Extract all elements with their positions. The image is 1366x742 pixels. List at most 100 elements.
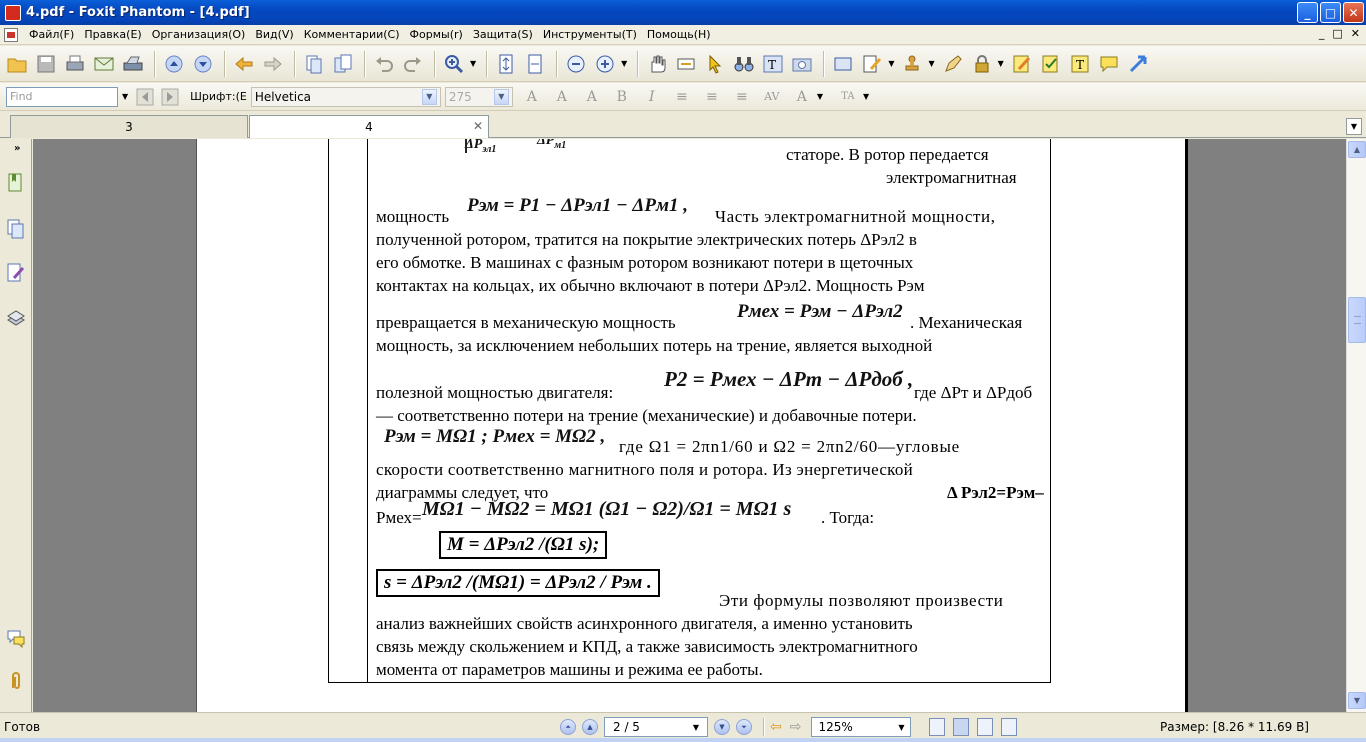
stamp-icon[interactable] xyxy=(899,51,925,77)
snapshot-icon[interactable] xyxy=(789,51,815,77)
font-fill-icon[interactable]: A xyxy=(581,86,603,108)
doc-close-button[interactable]: ✕ xyxy=(1351,27,1360,40)
text-style-icon[interactable]: A xyxy=(791,86,813,108)
previous-page-icon[interactable] xyxy=(161,51,187,77)
history-forward-icon[interactable]: ⇨ xyxy=(790,719,802,735)
zoom-tool-dropdown[interactable]: ▼ xyxy=(470,59,476,68)
edit-document-icon[interactable] xyxy=(859,51,885,77)
menu-file[interactable]: Файл(F) xyxy=(24,28,79,41)
undo-icon[interactable] xyxy=(371,51,397,77)
menu-forms[interactable]: Формы(r) xyxy=(405,28,468,41)
menu-tools[interactable]: Инструменты(T) xyxy=(538,28,642,41)
print-icon[interactable] xyxy=(62,51,88,77)
open-folder-icon[interactable] xyxy=(4,51,30,77)
close-icon[interactable]: ✕ xyxy=(473,119,483,133)
doc-restore-button[interactable]: □ xyxy=(1332,27,1342,40)
vertical-scrollbar[interactable]: ▲ ▼ xyxy=(1346,139,1366,712)
single-page-view-icon[interactable] xyxy=(929,718,946,736)
highlight-icon[interactable] xyxy=(1009,51,1035,77)
fit-width-icon[interactable] xyxy=(522,51,548,77)
extract-page-icon[interactable] xyxy=(330,51,356,77)
menu-protect[interactable]: Защита(S) xyxy=(468,28,538,41)
tab-4[interactable]: 4 ✕ xyxy=(249,115,489,138)
find-input[interactable]: Find xyxy=(6,86,118,107)
line-spacing-icon[interactable]: TA xyxy=(837,86,859,108)
page-number-input[interactable]: 2 / 5 ▼ xyxy=(604,717,708,737)
scroll-up-icon[interactable]: ▲ xyxy=(1348,141,1366,158)
sign-pen-icon[interactable] xyxy=(940,51,966,77)
char-spacing-icon[interactable]: AV xyxy=(761,86,783,108)
zoom-select[interactable]: 125% ▼ xyxy=(811,717,912,737)
chevron-down-icon[interactable]: ▼ xyxy=(421,88,437,105)
layers-icon[interactable] xyxy=(6,305,26,329)
menu-comments[interactable]: Комментарии(C) xyxy=(299,28,405,41)
select-arrow-icon[interactable] xyxy=(702,51,728,77)
align-right-icon[interactable]: ≡ xyxy=(731,86,753,108)
typewriter-icon[interactable]: T xyxy=(760,51,786,77)
chevron-down-icon[interactable]: ▼ xyxy=(693,723,699,732)
last-page-icon[interactable]: ⏷ xyxy=(736,719,752,735)
menu-edit[interactable]: Правка(E) xyxy=(79,28,146,41)
text-style-dropdown[interactable]: ▼ xyxy=(817,92,823,101)
scan-icon[interactable] xyxy=(120,51,146,77)
history-back-icon[interactable]: ⇦ xyxy=(770,719,782,735)
text-box-icon[interactable]: T xyxy=(1067,51,1093,77)
maximize-button[interactable]: □ xyxy=(1320,2,1341,23)
previous-page-button-icon[interactable]: ▲ xyxy=(582,719,598,735)
find-binoculars-icon[interactable] xyxy=(731,51,757,77)
font-family-select[interactable]: Helvetica ▼ xyxy=(250,86,441,107)
back-arrow-icon[interactable] xyxy=(231,51,257,77)
facing-view-icon[interactable] xyxy=(977,718,994,736)
zoom-in-icon[interactable] xyxy=(441,51,467,77)
select-text-icon[interactable] xyxy=(673,51,699,77)
attachments-paperclip-icon[interactable] xyxy=(6,669,26,693)
edit-tool-dropdown[interactable]: ▼ xyxy=(888,59,894,68)
zoom-in-button-icon[interactable] xyxy=(592,51,618,77)
forward-arrow-icon[interactable] xyxy=(260,51,286,77)
continuous-facing-view-icon[interactable] xyxy=(1001,718,1018,736)
find-previous-icon[interactable] xyxy=(134,86,156,108)
stamp-dropdown[interactable]: ▼ xyxy=(928,59,934,68)
find-next-icon[interactable] xyxy=(159,86,181,108)
next-page-button-icon[interactable]: ▼ xyxy=(714,719,730,735)
pages-thumbnails-icon[interactable] xyxy=(6,217,26,241)
first-page-icon[interactable]: ⏶ xyxy=(560,719,576,735)
menu-help[interactable]: Помощь(H) xyxy=(642,28,716,41)
zoom-out-button-icon[interactable] xyxy=(563,51,589,77)
scroll-down-icon[interactable]: ▼ xyxy=(1348,692,1366,709)
form-fill-icon[interactable] xyxy=(1038,51,1064,77)
lock-icon[interactable] xyxy=(969,51,995,77)
annotations-list-icon[interactable] xyxy=(6,261,26,285)
close-button[interactable]: ✕ xyxy=(1343,2,1364,23)
align-left-icon[interactable]: ≡ xyxy=(671,86,693,108)
insert-page-icon[interactable] xyxy=(301,51,327,77)
tab-3[interactable]: 3 xyxy=(10,115,248,138)
fit-page-icon[interactable] xyxy=(493,51,519,77)
tabs-dropdown[interactable]: ▼ xyxy=(1346,118,1362,135)
rectangle-tool-icon[interactable] xyxy=(830,51,856,77)
redo-icon[interactable] xyxy=(400,51,426,77)
find-options-dropdown[interactable]: ▼ xyxy=(122,92,128,101)
bold-icon[interactable]: B xyxy=(611,86,633,108)
email-icon[interactable] xyxy=(91,51,117,77)
align-center-icon[interactable]: ≡ xyxy=(701,86,723,108)
scroll-thumb[interactable] xyxy=(1348,297,1366,343)
document-icon[interactable] xyxy=(4,27,18,42)
comments-icon[interactable] xyxy=(6,627,26,651)
zoom-level-dropdown[interactable]: ▼ xyxy=(621,59,627,68)
font-size-select[interactable]: 275 ▼ xyxy=(444,86,513,107)
next-page-icon[interactable] xyxy=(190,51,216,77)
menu-view[interactable]: Вид(V) xyxy=(250,28,298,41)
note-comment-icon[interactable] xyxy=(1096,51,1122,77)
bookmarks-icon[interactable] xyxy=(6,171,26,195)
security-dropdown[interactable]: ▼ xyxy=(998,59,1004,68)
hand-tool-icon[interactable] xyxy=(644,51,670,77)
doc-minimize-button[interactable]: _ xyxy=(1319,27,1325,40)
menu-organize[interactable]: Организация(O) xyxy=(147,28,251,41)
minimize-button[interactable]: _ xyxy=(1297,2,1318,23)
chevron-down-icon[interactable]: ▼ xyxy=(493,88,509,105)
line-spacing-dropdown[interactable]: ▼ xyxy=(863,92,869,101)
document-view[interactable]: ΔPэл1 ΔPм1 статоре. В ротор передается э… xyxy=(33,139,1346,712)
expand-panel-icon[interactable]: » xyxy=(14,143,20,154)
arrow-line-icon[interactable] xyxy=(1125,51,1151,77)
